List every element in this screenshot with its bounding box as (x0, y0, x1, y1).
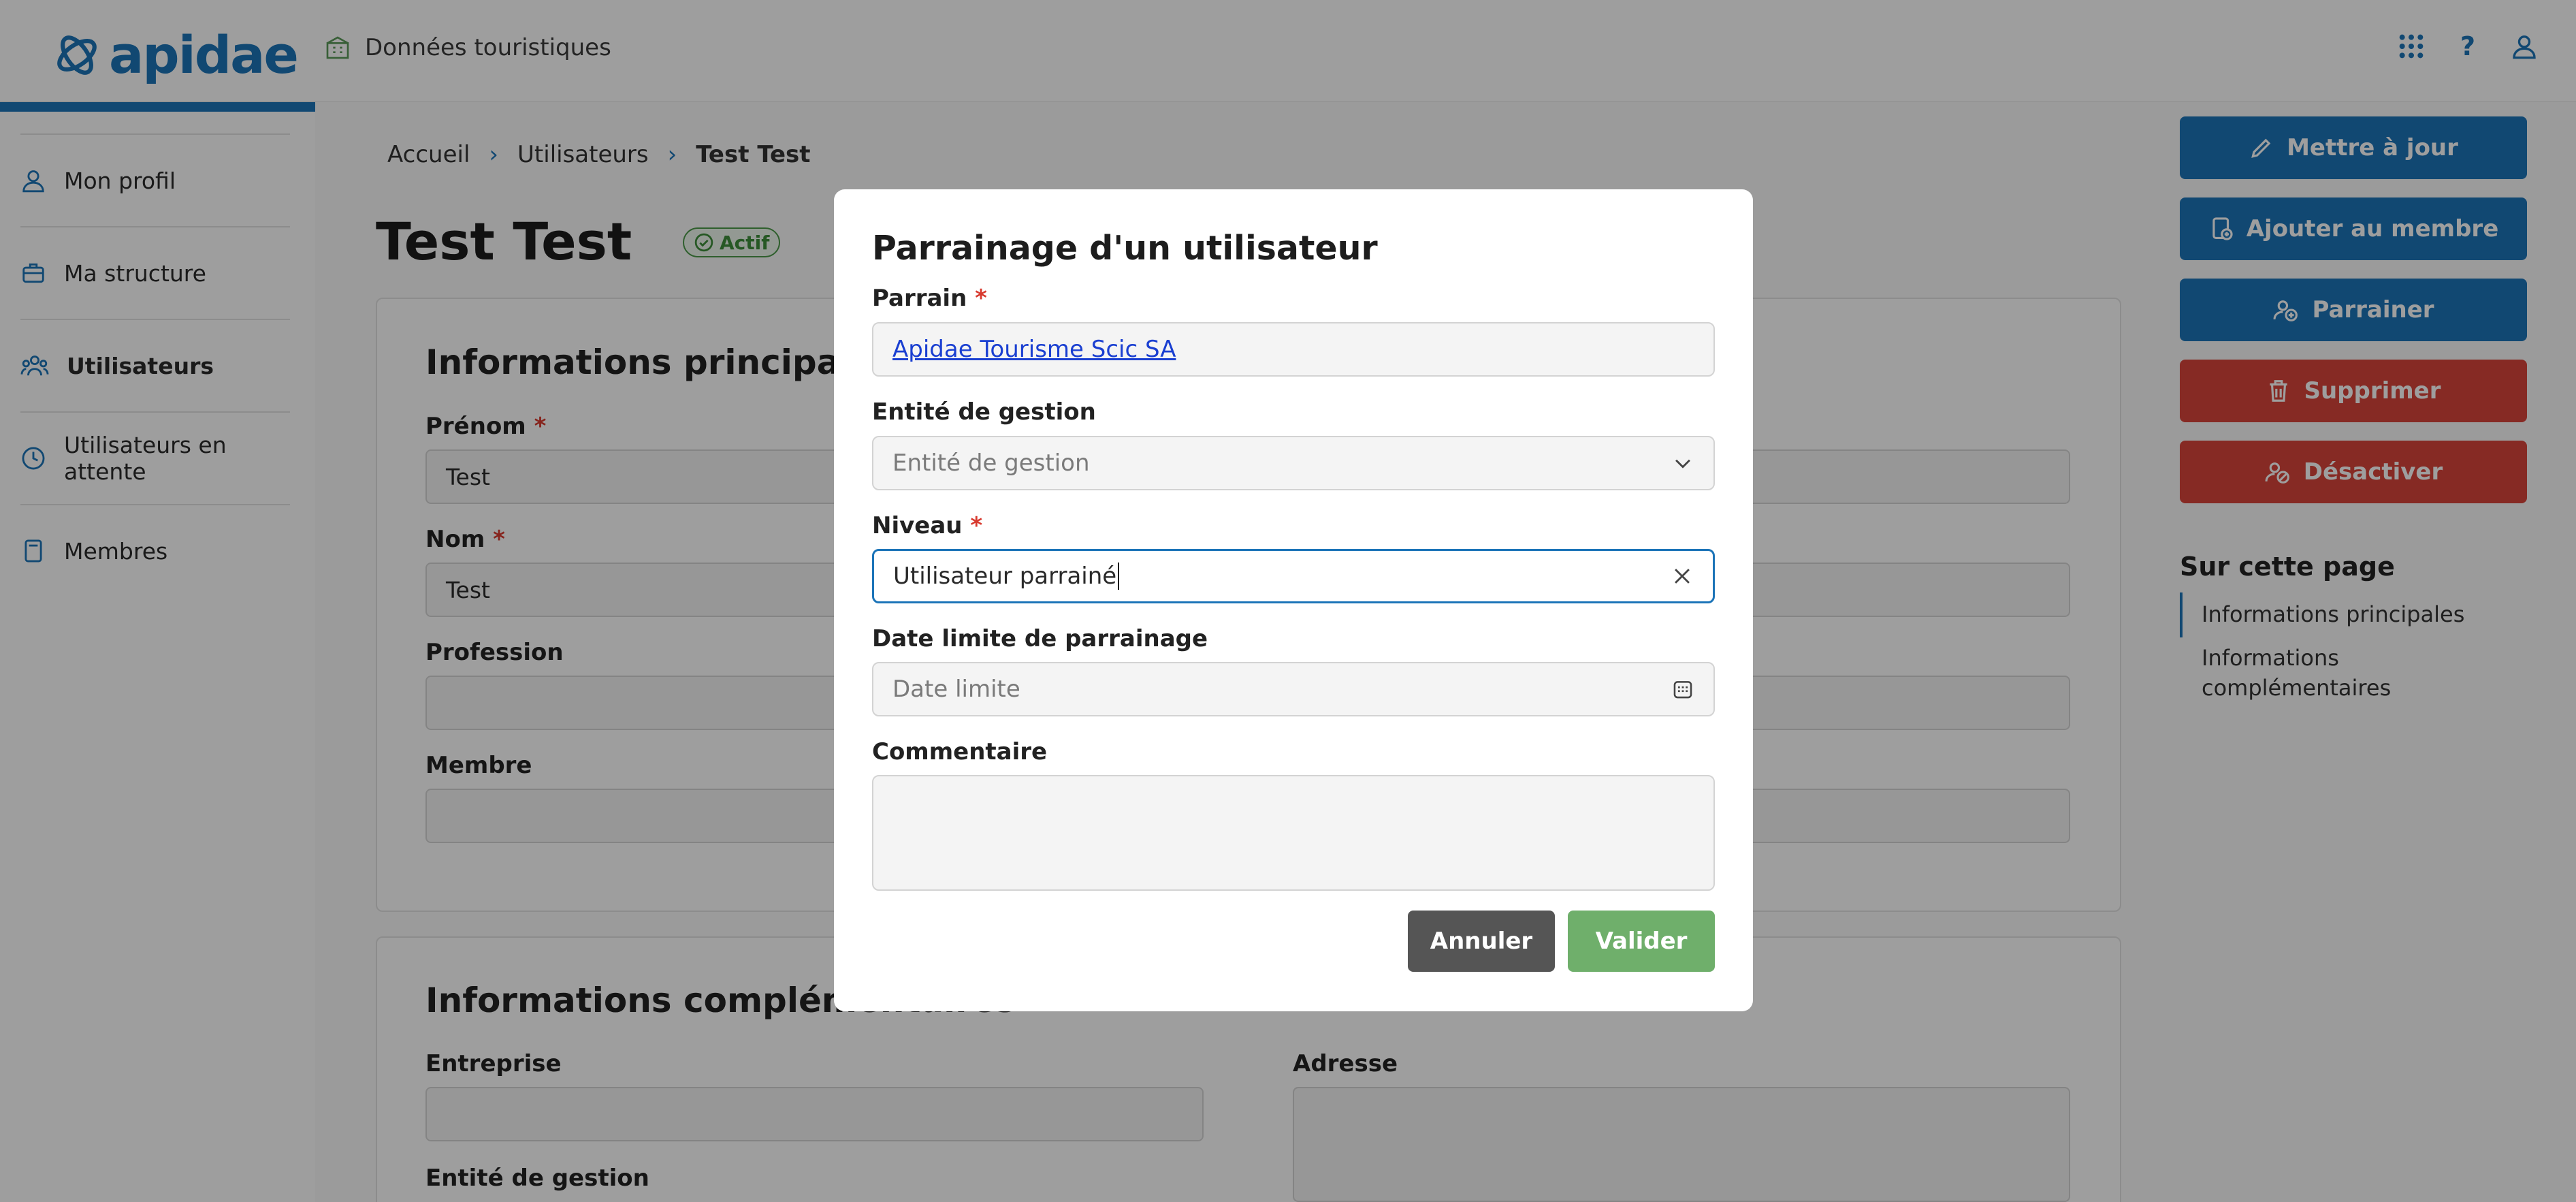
parrain-label: Parrain * (872, 285, 987, 312)
sponsorship-modal: Parrainage d'un utilisateur Parrain * Ap… (834, 189, 1753, 1011)
commentaire-label: Commentaire (872, 738, 1048, 765)
modal-title: Parrainage d'un utilisateur (872, 229, 1378, 268)
parrain-field[interactable]: Apidae Tourisme Scic SA (872, 322, 1715, 377)
niveau-field[interactable]: Utilisateur parrainé (872, 549, 1715, 603)
entite-gestion-select[interactable]: Entité de gestion (872, 436, 1715, 490)
parrain-link[interactable]: Apidae Tourisme Scic SA (892, 336, 1176, 363)
submit-button[interactable]: Valider (1568, 911, 1715, 972)
calendar-icon[interactable] (1671, 678, 1694, 701)
cancel-button[interactable]: Annuler (1408, 911, 1555, 972)
niveau-label: Niveau * (872, 512, 983, 539)
chevron-down-icon (1675, 459, 1690, 469)
date-limite-label: Date limite de parrainage (872, 625, 1208, 652)
entite-gestion-label: Entité de gestion (872, 398, 1096, 426)
date-limite-field[interactable]: Date limite (872, 662, 1715, 716)
commentaire-textarea[interactable] (872, 775, 1715, 891)
text-caret (1118, 563, 1120, 590)
close-icon[interactable] (1671, 565, 1694, 588)
